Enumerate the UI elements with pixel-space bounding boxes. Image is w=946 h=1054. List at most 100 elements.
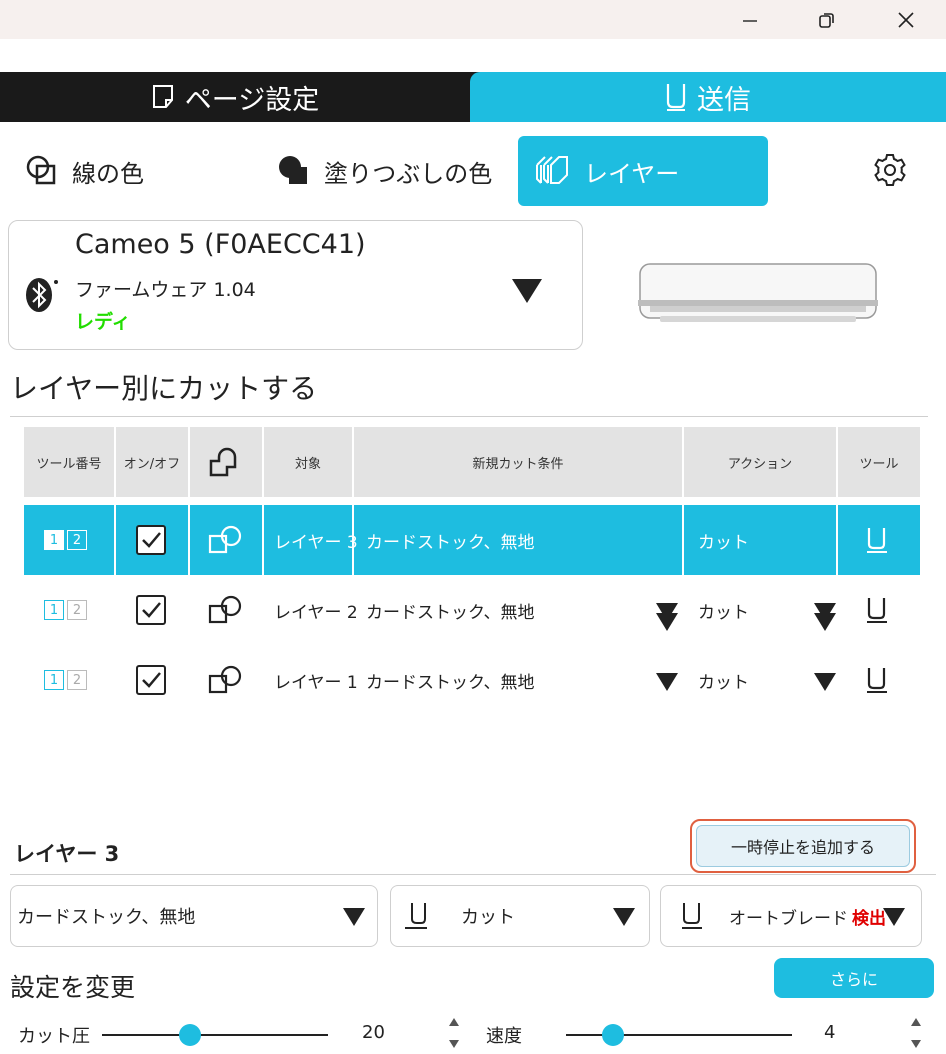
tool-number-selector[interactable]: 12 xyxy=(44,530,87,550)
speed-value: 4 xyxy=(824,1022,836,1043)
action-dropdown[interactable]: カット xyxy=(390,885,650,947)
header-action: アクション xyxy=(684,427,836,497)
row-material[interactable]: カードストック、無地 xyxy=(366,505,534,575)
chevron-down-icon xyxy=(613,908,635,926)
tool-slot-2[interactable]: 2 xyxy=(67,600,87,620)
more-settings-button[interactable]: さらに xyxy=(774,958,934,998)
tool-slot-1[interactable]: 1 xyxy=(44,530,64,550)
line-color-icon xyxy=(26,155,56,185)
divider xyxy=(188,427,190,575)
close-icon xyxy=(898,11,914,28)
blade-holder-icon xyxy=(405,903,427,929)
pressure-label: カット圧 xyxy=(18,1026,90,1047)
shape-layer-icon xyxy=(208,665,242,694)
stepper-down-icon[interactable] xyxy=(449,1040,459,1048)
blade-dropdown[interactable]: オートブレード 検出 xyxy=(660,885,922,947)
header-tool: ツール xyxy=(838,427,920,497)
tool-slot-2[interactable]: 2 xyxy=(67,670,87,690)
tab-page-settings-label: ページ設定 xyxy=(184,84,320,116)
pressure-stepper[interactable] xyxy=(447,1018,461,1048)
row-material[interactable]: カードストック、無地 xyxy=(366,575,534,645)
blade-holder-icon xyxy=(867,668,887,693)
table-row[interactable]: 12 レイヤー 2 カードストック、無地 カット xyxy=(24,575,920,645)
row-action[interactable]: カット xyxy=(698,505,749,575)
firmware-version: ファームウェア 1.04 xyxy=(75,279,256,301)
restore-button[interactable] xyxy=(797,0,857,39)
blade-holder-icon xyxy=(682,903,702,929)
cutter-machine-image xyxy=(638,263,878,322)
add-pause-button[interactable]: 一時停止を追加する xyxy=(696,825,910,867)
close-button[interactable] xyxy=(876,0,936,39)
row-target: レイヤー 3 xyxy=(274,532,358,553)
tab-line-color[interactable]: 線の色 xyxy=(24,136,224,206)
row-target: レイヤー 1 xyxy=(274,672,358,693)
header-tool-number: ツール番号 xyxy=(24,427,114,497)
material-dropdown[interactable]: カードストック、無地 xyxy=(10,885,378,947)
tool-slot-2[interactable]: 2 xyxy=(67,530,87,550)
tab-send[interactable]: 送信 xyxy=(470,72,946,122)
chevron-down-icon xyxy=(343,908,365,926)
title-bar xyxy=(0,0,946,39)
tab-layers-label: レイヤー xyxy=(584,159,680,188)
tab-layers[interactable]: レイヤー xyxy=(518,136,768,206)
main-tab-bar: ページ設定 送信 xyxy=(0,72,946,122)
action-dropdown-arrow-icon[interactable] xyxy=(814,673,836,691)
pressure-slider-knob[interactable] xyxy=(178,1024,201,1046)
tab-send-label: 送信 xyxy=(697,84,751,116)
fill-color-icon xyxy=(279,156,307,184)
tool-slot-1[interactable]: 1 xyxy=(44,670,64,690)
stepper-up-icon[interactable] xyxy=(449,1018,459,1026)
page-icon xyxy=(152,85,173,108)
material-dropdown-arrow-icon[interactable] xyxy=(656,603,678,621)
material-dropdown-arrow-icon[interactable] xyxy=(656,673,678,691)
table-row[interactable]: 12 レイヤー 3 カードストック、無地 カット xyxy=(24,505,920,631)
action-dropdown-value: カット xyxy=(461,907,515,928)
divider xyxy=(114,427,116,575)
divider xyxy=(352,427,354,575)
blade-status: 検出 xyxy=(852,908,886,929)
checkmark-icon xyxy=(142,532,161,548)
minimize-button[interactable] xyxy=(720,0,780,39)
stepper-down-icon[interactable] xyxy=(911,1040,921,1048)
speed-label: 速度 xyxy=(486,1026,522,1047)
tool-number-selector[interactable]: 12 xyxy=(44,670,87,690)
pressure-slider-track[interactable] xyxy=(102,1034,328,1036)
shape-layer-icon xyxy=(208,525,242,554)
layer-enabled-checkbox[interactable] xyxy=(136,665,166,695)
divider xyxy=(10,416,928,417)
gear-icon xyxy=(874,154,906,186)
header-shape xyxy=(190,427,262,497)
device-selector[interactable]: Cameo 5 (F0AECC41) ファームウェア 1.04 レディ xyxy=(8,220,583,350)
tab-page-settings[interactable]: ページ設定 xyxy=(0,72,470,122)
device-dropdown-arrow-icon[interactable] xyxy=(512,279,542,303)
blade-type: オートブレード xyxy=(729,908,848,929)
shape-outline-icon xyxy=(209,447,237,477)
bluetooth-icon xyxy=(26,278,58,312)
row-target: レイヤー 2 xyxy=(274,602,358,623)
material-dropdown-value: カードストック、無地 xyxy=(17,907,196,928)
blade-holder-icon xyxy=(666,84,686,111)
speed-stepper[interactable] xyxy=(909,1018,923,1048)
divider xyxy=(682,427,684,575)
blade-holder-icon xyxy=(867,528,887,553)
layer-enabled-checkbox[interactable] xyxy=(136,525,166,555)
stepper-up-icon[interactable] xyxy=(911,1018,921,1026)
selected-layer-title: レイヤー 3 xyxy=(14,842,120,866)
change-settings-title: 設定を変更 xyxy=(10,973,136,1002)
settings-button[interactable] xyxy=(872,152,912,192)
row-action[interactable]: カット xyxy=(698,645,749,715)
divider xyxy=(262,427,264,575)
header-on-off: オン/オフ xyxy=(116,427,188,497)
minimize-icon xyxy=(743,19,757,22)
speed-slider-knob[interactable] xyxy=(602,1024,625,1046)
tab-fill-color[interactable]: 塗りつぶしの色 xyxy=(276,136,506,206)
action-dropdown-arrow-icon[interactable] xyxy=(814,603,836,621)
row-action[interactable]: カット xyxy=(698,575,749,645)
speed-slider-track[interactable] xyxy=(566,1034,792,1036)
tool-slot-1[interactable]: 1 xyxy=(44,600,64,620)
layer-enabled-checkbox[interactable] xyxy=(136,595,166,625)
row-material[interactable]: カードストック、無地 xyxy=(366,645,534,715)
table-row[interactable]: 12 レイヤー 1 カードストック、無地 カット xyxy=(24,645,920,715)
divider xyxy=(836,427,838,575)
tool-number-selector[interactable]: 12 xyxy=(44,600,87,620)
